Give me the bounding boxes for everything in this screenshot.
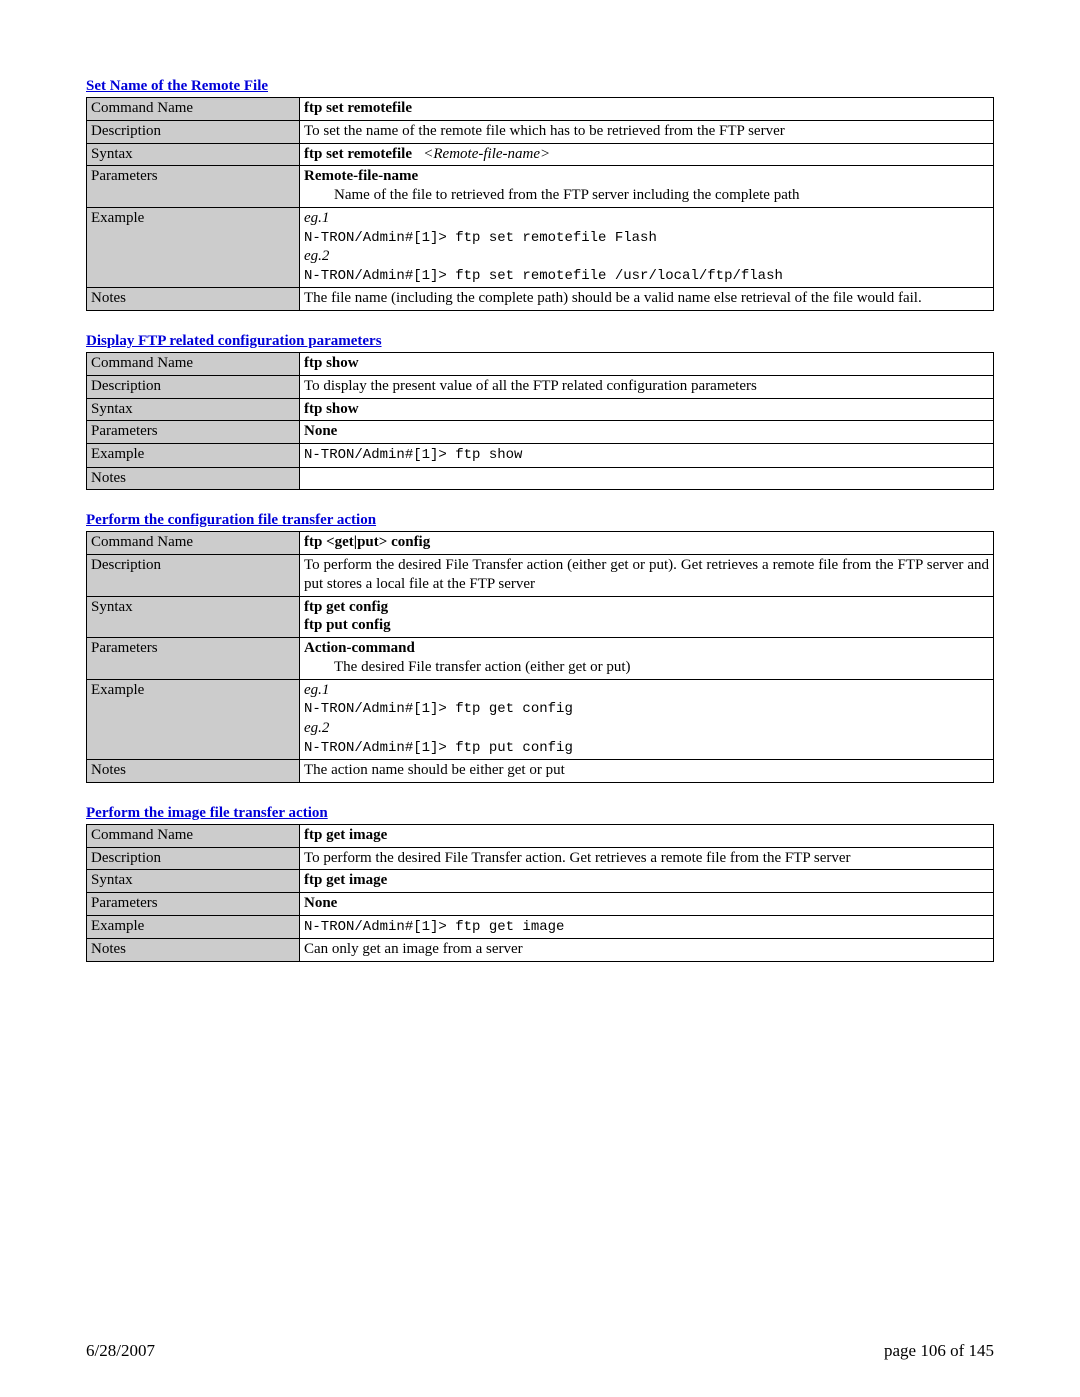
row-label: Syntax — [87, 143, 300, 166]
section-title: Set Name of the Remote File — [86, 78, 994, 95]
parameters-value: None — [300, 893, 994, 916]
row-label: Description — [87, 120, 300, 143]
command-table: Command Name ftp <get|put> config Descri… — [86, 531, 994, 783]
syntax-value: ftp set remotefile <Remote-file-name> — [300, 143, 994, 166]
row-label: Syntax — [87, 596, 300, 638]
row-label: Syntax — [87, 870, 300, 893]
row-label: Description — [87, 375, 300, 398]
row-label: Parameters — [87, 166, 300, 208]
notes-value — [300, 467, 994, 490]
notes-value: The action name should be either get or … — [300, 760, 994, 783]
notes-value: The file name (including the complete pa… — [300, 288, 994, 311]
example-value: N-TRON/Admin#[1]> ftp show — [300, 444, 994, 468]
row-label: Command Name — [87, 353, 300, 376]
command-table: Command Name ftp set remotefile Descript… — [86, 97, 994, 311]
row-label: Example — [87, 207, 300, 288]
row-label: Description — [87, 555, 300, 597]
command-table: Command Name ftp get image Description T… — [86, 824, 994, 962]
example-value: eg.1 N-TRON/Admin#[1]> ftp get config eg… — [300, 679, 994, 760]
command-name-value: ftp <get|put> config — [300, 532, 994, 555]
row-label: Command Name — [87, 824, 300, 847]
row-label: Notes — [87, 939, 300, 962]
command-name-value: ftp show — [300, 353, 994, 376]
parameters-value: Action-command The desired File transfer… — [300, 638, 994, 680]
row-label: Parameters — [87, 893, 300, 916]
row-label: Example — [87, 444, 300, 468]
row-label: Syntax — [87, 398, 300, 421]
row-label: Command Name — [87, 532, 300, 555]
section-title: Display FTP related configuration parame… — [86, 333, 994, 350]
section-title: Perform the image file transfer action — [86, 805, 994, 822]
row-label: Parameters — [87, 638, 300, 680]
parameters-value: None — [300, 421, 994, 444]
syntax-value: ftp show — [300, 398, 994, 421]
syntax-value: ftp get config ftp put config — [300, 596, 994, 638]
command-table: Command Name ftp show Description To dis… — [86, 352, 994, 490]
parameters-value: Remote-file-name Name of the file to ret… — [300, 166, 994, 208]
section-title: Perform the configuration file transfer … — [86, 512, 994, 529]
row-label: Parameters — [87, 421, 300, 444]
row-label: Example — [87, 679, 300, 760]
footer-page-number: page 106 of 145 — [884, 1341, 994, 1361]
notes-value: Can only get an image from a server — [300, 939, 994, 962]
description-value: To perform the desired File Transfer act… — [300, 847, 994, 870]
row-label: Description — [87, 847, 300, 870]
document-page: Set Name of the Remote File Command Name… — [0, 0, 1080, 1397]
footer-date: 6/28/2007 — [86, 1341, 155, 1361]
command-name-value: ftp get image — [300, 824, 994, 847]
row-label: Notes — [87, 288, 300, 311]
row-label: Notes — [87, 467, 300, 490]
row-label: Notes — [87, 760, 300, 783]
command-name-value: ftp set remotefile — [300, 98, 994, 121]
example-value: N-TRON/Admin#[1]> ftp get image — [300, 915, 994, 939]
syntax-value: ftp get image — [300, 870, 994, 893]
page-footer: 6/28/2007 page 106 of 145 — [86, 1341, 994, 1361]
row-label: Example — [87, 915, 300, 939]
description-value: To display the present value of all the … — [300, 375, 994, 398]
description-value: To perform the desired File Transfer act… — [300, 555, 994, 597]
description-value: To set the name of the remote file which… — [300, 120, 994, 143]
example-value: eg.1 N-TRON/Admin#[1]> ftp set remotefil… — [300, 207, 994, 288]
row-label: Command Name — [87, 98, 300, 121]
